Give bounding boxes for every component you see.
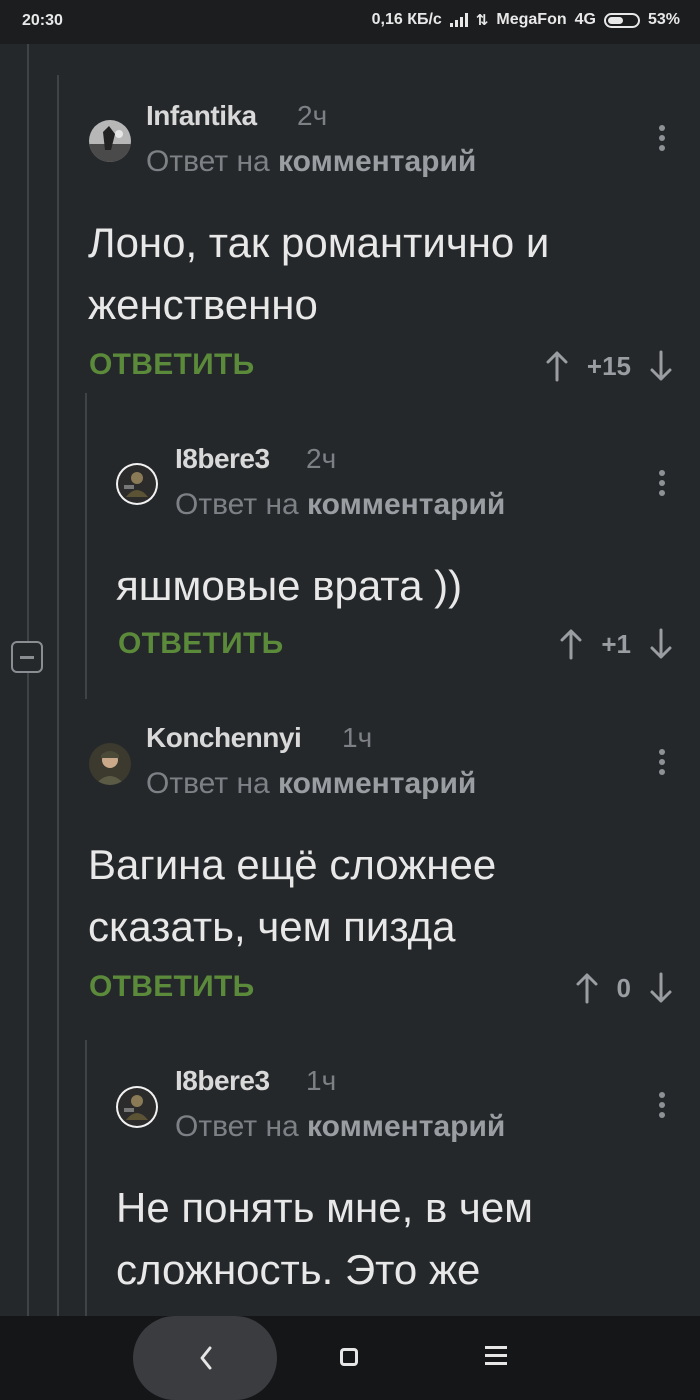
status-bar: 20:30 0,16 КБ/с ⇅ MegaFon 4G 53% [0,0,700,44]
nav-back-button[interactable] [133,1316,277,1400]
avatar[interactable] [116,1086,158,1128]
system-nav-bar [0,1316,700,1400]
square-home-icon[interactable] [340,1348,358,1366]
avatar[interactable] [89,120,131,162]
reply-target-link[interactable]: комментарий [278,145,476,178]
reply-to-line: Ответ на комментарий [175,488,505,522]
reply-button[interactable]: ОТВЕТИТЬ [89,348,255,382]
chevron-left-icon [200,1346,212,1370]
collapse-thread-button[interactable] [11,641,43,673]
reply-target-link[interactable]: комментарий [307,488,505,521]
more-vertical-icon[interactable] [657,125,667,155]
arrow-down-icon[interactable] [649,972,673,1004]
comment-username[interactable]: I8bere3 [175,443,270,475]
comment-body: Лоно, так романтично и женственно [88,212,549,336]
arrow-down-icon[interactable] [649,350,673,382]
network-type: 4G [574,11,596,28]
menu-lines-icon[interactable] [485,1346,507,1370]
battery-level [607,16,623,24]
arrow-up-icon[interactable] [559,628,583,660]
data-transfer-icon: ⇅ [475,12,489,29]
reply-prefix: Ответ на [175,488,299,521]
battery-percent: 53% [647,11,680,28]
reply-prefix: Ответ на [146,145,270,178]
vote-controls: +1 [559,628,673,660]
network-speed: 0,16 КБ/с [371,11,442,28]
reply-button[interactable]: ОТВЕТИТЬ [89,970,255,1004]
status-right: 0,16 КБ/с ⇅ MegaFon 4G 53% [372,11,680,29]
vote-controls: 0 [575,972,673,1004]
reply-prefix: Ответ на [175,1110,299,1143]
comment-line: сказать, чем пизда [88,903,456,950]
reply-prefix: Ответ на [146,767,270,800]
comment-username[interactable]: I8bere3 [175,1065,270,1097]
vote-score: +15 [586,350,631,381]
thread-line-level2a [85,393,87,699]
comment-line: Вагина ещё сложнее [88,841,497,888]
comment-line: Лоно, так романтично и [88,219,550,266]
avatar[interactable] [89,743,131,785]
avatar[interactable] [116,463,158,505]
comment-line: женственно [88,281,318,328]
thread-line-level1 [57,75,59,1316]
comment-line: яшмовые врата )) [116,562,463,609]
vote-controls: +15 [545,350,673,382]
comment-username[interactable]: Konchennyi [146,722,302,754]
more-vertical-icon[interactable] [657,749,667,779]
comment-body: яшмовые врата )) [116,555,462,617]
comment-time: 2ч [297,100,328,131]
thread-line-level2b [85,1040,87,1316]
battery-icon [603,12,640,28]
status-time: 20:30 [22,12,63,29]
vote-score: 0 [616,972,631,1003]
arrow-up-icon[interactable] [545,350,569,382]
comment-body: Не понять мне, в чем сложность. Это же [116,1177,533,1301]
reply-to-line: Ответ на комментарий [146,145,476,179]
thread-line-root [27,44,29,1316]
reply-to-line: Ответ на комментарий [175,1110,505,1144]
comment-line: Не понять мне, в чем [116,1184,534,1231]
reply-target-link[interactable]: комментарий [307,1110,505,1143]
more-vertical-icon[interactable] [657,1092,667,1122]
comment-username[interactable]: Infantika [146,100,257,132]
more-vertical-icon[interactable] [657,470,667,500]
reply-to-line: Ответ на комментарий [146,767,476,801]
signal-icon [449,13,468,27]
comment-time: 2ч [306,443,337,474]
vote-score: +1 [601,628,631,659]
carrier-name: MegaFon [496,11,567,28]
reply-button[interactable]: ОТВЕТИТЬ [118,627,284,661]
arrow-down-icon[interactable] [649,628,673,660]
comment-time: 1ч [342,722,373,753]
comment-line: сложность. Это же [116,1246,481,1293]
comment-time: 1ч [306,1065,337,1096]
reply-target-link[interactable]: комментарий [278,767,476,800]
comment-body: Вагина ещё сложнее сказать, чем пизда [88,834,496,958]
arrow-up-icon[interactable] [575,972,599,1004]
